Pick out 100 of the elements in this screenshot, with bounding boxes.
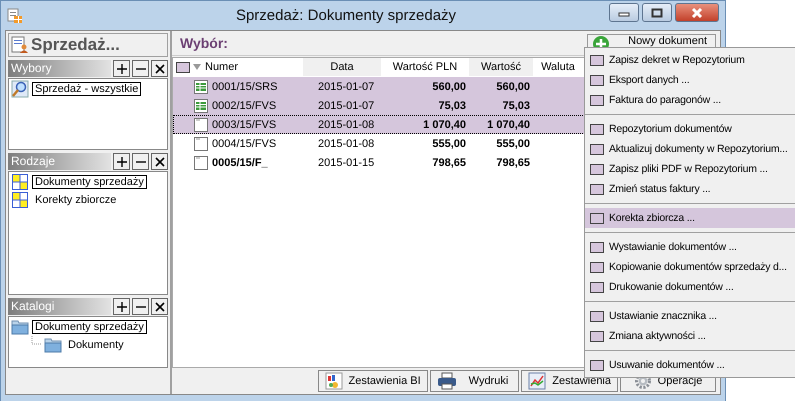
folder-icon [44,337,62,353]
search-icon [11,80,29,98]
table-cell: 0001/15/SRS [212,80,278,92]
column-header[interactable]: Wartość [469,58,533,76]
checkbox-icon [590,54,604,66]
menu-item[interactable]: Repozytorium dokumentów [585,119,795,139]
remove-button[interactable] [132,153,149,170]
table-cell: 555,00 [432,138,466,150]
close-icon [691,8,703,18]
plus-icon [116,300,128,312]
menu-item[interactable]: Eksport danych ... [585,70,795,90]
document-icon [194,136,208,150]
toolbar-button[interactable]: Zestawienia BI [318,370,428,392]
checkbox-icon [590,310,604,322]
close-icon [154,156,166,168]
table-cell: 75,03 [438,100,466,112]
select-all-checkbox[interactable] [176,62,190,72]
column-header[interactable]: Wartość PLN [381,58,469,76]
folder-icon [11,319,29,335]
close-button[interactable] [151,153,168,170]
section-title: Wybory [8,60,111,77]
checkbox-icon [590,144,604,154]
checkbox-icon [590,74,604,86]
menu-item[interactable]: Ustawianie znacznika ... [585,306,795,326]
maximize-icon [651,8,663,18]
table-cell: 2015-01-07 [318,80,374,92]
menu-item[interactable]: Wystawianie dokumentów ... [585,237,795,257]
column-header[interactable]: Data [303,58,381,76]
close-button[interactable] [151,60,168,77]
table-cell: 798,65 [496,156,530,168]
document-icon [194,118,208,132]
checkbox-icon [590,212,604,224]
filter-title: Wybór: [180,35,228,51]
checkbox-icon [590,94,604,106]
tree-item[interactable]: Korekty zbiorcze [32,193,120,207]
tree-item[interactable]: Dokumenty [65,338,127,352]
table-cell: 2015-01-07 [318,100,374,112]
close-icon [154,62,166,74]
table-cell: 2015-01-15 [318,156,374,168]
toolbar-button[interactable]: Wydruki [430,370,520,392]
module-title: Sprzedaż... [31,35,120,55]
table-cell: 560,00 [496,80,530,92]
checkbox-icon [590,124,604,134]
table-cell: 1 070,40 [423,118,466,130]
tree-item[interactable]: Dokumenty sprzedaży [32,320,147,334]
remove-button[interactable] [132,298,149,315]
plus-icon [116,156,128,168]
menu-item[interactable]: Zapisz pliki PDF w Repozytorium ... [585,159,795,179]
table-cell: 555,00 [496,138,530,150]
table-cell: 0003/15/FVS [212,118,276,130]
table-cell: 560,00 [432,80,466,92]
close-icon [154,300,166,312]
checkbox-icon [590,184,604,194]
maximize-button[interactable] [642,3,672,22]
tree-line [31,336,41,345]
menu-item[interactable]: Zmień status faktury ... [585,179,795,199]
table-cell: 2015-01-08 [318,138,374,150]
column-header[interactable]: Waluta [533,58,583,76]
grid-icon [11,191,29,209]
window-title: Sprzedaż: Dokumenty sprzedaży [234,7,458,24]
spreadsheet-icon [194,80,208,94]
plus-icon [116,62,128,74]
table-cell: 0002/15/FVS [212,100,276,112]
checkbox-icon [590,262,604,272]
add-button[interactable] [113,60,130,77]
app-icon [7,8,23,24]
add-button[interactable] [113,298,130,315]
add-button[interactable] [113,153,130,170]
menu-item[interactable]: Korekta zbiorcza ... [585,208,795,228]
column-header[interactable]: Numer [205,61,238,73]
sort-icon [193,63,201,71]
table-cell: 75,03 [502,100,530,112]
document-user-icon [11,36,29,54]
menu-item[interactable]: Drukowanie dokumentów ... [585,277,795,297]
table-cell: 1 070,40 [487,118,530,130]
checkbox-icon [590,164,604,174]
section-title: Rodzaje [8,153,111,170]
table-cell: 0005/15/F_ [212,156,268,168]
checkbox-icon [590,242,604,252]
section-title: Katalogi [8,298,111,315]
tree-item[interactable]: Dokumenty sprzedaży [32,175,147,189]
spreadsheet-icon [194,98,208,112]
menu-item[interactable]: Zmiana aktywności ... [585,326,795,346]
report-icon [324,372,342,390]
printer-icon [436,372,457,390]
checkbox-icon [590,330,604,342]
table-cell: 2015-01-08 [318,118,374,130]
minimize-button[interactable] [609,3,639,22]
checkbox-icon [590,360,604,370]
menu-item[interactable]: Aktualizuj dokumenty w Repozytorium... [585,139,795,159]
chart-icon [528,372,546,390]
table-cell: 0004/15/FVS [212,138,276,150]
menu-item[interactable]: Faktura do paragonów ... [585,90,795,110]
table-cell: 798,65 [432,156,466,168]
document-icon [194,156,208,170]
remove-button[interactable] [132,60,149,77]
tree-item[interactable]: Sprzedaż - wszystkie [32,82,142,96]
checkbox-icon [590,282,604,292]
close-button[interactable] [151,298,168,315]
menu-item[interactable]: Kopiowanie dokumentów sprzedaży d... [585,257,795,277]
